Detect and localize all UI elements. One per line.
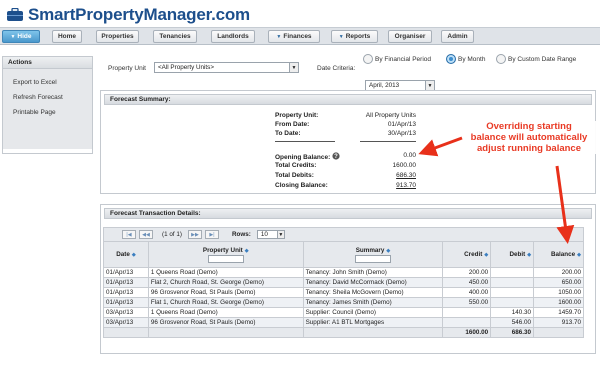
radio-custom-range-label: By Custom Date Range — [508, 56, 577, 63]
summary-divider — [275, 141, 335, 142]
summary-key: To Date: — [275, 130, 301, 137]
summary-value: 1600.00 — [392, 162, 417, 169]
summary-value: 01/Apr/13 — [387, 121, 416, 128]
summary-key: Property Unit: — [275, 112, 319, 119]
table-row[interactable]: 01/Apr/13 1 Queens Road (Demo) Tenancy: Jo… — [103, 267, 584, 278]
summary-value: 30/Apr/13 — [387, 130, 416, 137]
summary-key: From Date: — [275, 121, 310, 128]
radio-by-month-label: By Month — [458, 56, 486, 63]
brand-logo[interactable]: SmartPropertyManager.com — [6, 5, 250, 25]
col-header-summary[interactable]: Summary ◆ — [302, 241, 444, 268]
details-title: Forecast Transaction Details: — [104, 208, 592, 219]
radio-custom-range[interactable] — [496, 54, 506, 64]
summary-value: All Property Units — [365, 112, 416, 119]
sort-icon: ◆ — [484, 252, 489, 258]
summary-divider — [360, 141, 416, 142]
table-row[interactable]: 03/Apr/13 96 Grosvenor Road, St Pauls (De… — [103, 317, 584, 328]
caret-down-icon: ▼ — [276, 33, 282, 40]
sort-icon: ◆ — [244, 247, 249, 254]
brand-name: SmartPropertyManager.com — [28, 5, 250, 24]
radio-financial-period[interactable] — [363, 54, 373, 64]
sort-icon: ◆ — [386, 247, 391, 254]
rows-label: Rows: — [231, 231, 251, 238]
total-debit: 686.30 — [490, 327, 535, 338]
sort-icon: ◆ — [577, 252, 581, 258]
actions-panel: Actions Export to Excel Refresh Forecast… — [2, 56, 93, 154]
totals-row: 1600.00 686.30 — [103, 327, 584, 338]
dropdown-arrow-icon: ▼ — [289, 63, 298, 72]
briefcase-icon — [7, 8, 23, 21]
sort-icon: ◆ — [131, 252, 136, 258]
printable-page-link[interactable]: Printable Page — [3, 105, 92, 120]
nav-admin[interactable]: Admin — [441, 30, 474, 43]
col-header-balance[interactable]: Balance ◆ — [533, 241, 584, 268]
table-row[interactable]: 01/Apr/13 Flat 1, Church Road, St. George… — [103, 297, 584, 308]
table-row[interactable]: 01/Apr/13 96 Grosvenor Road, St Pauls (De… — [103, 287, 584, 298]
total-credit: 1600.00 — [442, 327, 492, 338]
refresh-forecast-link[interactable]: Refresh Forecast — [3, 90, 92, 105]
svg-text:?: ? — [334, 154, 338, 160]
last-page-icon[interactable]: ▶| — [204, 230, 219, 239]
pager: |◀ ◀◀ (1 of 1) ▶▶ ▶| Rows: 10 ▼ — [103, 227, 584, 241]
closing-balance-value: 913.70 — [396, 182, 416, 189]
hide-button[interactable]: ▼ Hide — [2, 30, 40, 43]
table-row[interactable]: 01/Apr/13 Flat 2, Church Road, St. George… — [103, 277, 584, 288]
sort-icon: ◆ — [527, 252, 532, 258]
nav-tenancies[interactable]: Tenancies — [153, 30, 197, 43]
nav-reports[interactable]: ▼ Reports — [331, 30, 378, 43]
transactions-table: Date ◆ Property Unit ◆ Summary ◆ Credit ◆ De… — [103, 241, 584, 338]
rows-select[interactable]: 10 ▼ — [256, 230, 285, 239]
dropdown-arrow-icon: ▼ — [276, 231, 284, 238]
help-icon[interactable]: ? — [332, 152, 340, 160]
caret-down-icon: ▼ — [338, 33, 344, 40]
summary-key: Total Debits: — [275, 172, 314, 179]
property-unit-label: Property Unit — [108, 65, 146, 72]
col-header-credit[interactable]: Credit ◆ — [442, 241, 492, 268]
summary-key: Total Credits: — [275, 162, 317, 169]
prev-page-icon[interactable]: ◀◀ — [139, 230, 153, 239]
date-criteria-label: Date Criteria: — [317, 65, 356, 72]
nav-landlords[interactable]: Landlords — [211, 30, 255, 43]
summary-filter-input[interactable] — [354, 254, 391, 263]
nav-properties[interactable]: Properties — [96, 30, 139, 43]
export-excel-link[interactable]: Export to Excel — [3, 75, 92, 90]
table-row[interactable]: 03/Apr/13 1 Queens Road (Demo) Supplier: C… — [103, 307, 584, 318]
annotation-callout: Overriding starting balance will automat… — [462, 121, 596, 154]
radio-by-month[interactable] — [446, 54, 456, 64]
property-unit-select[interactable]: <All Property Units> ▼ — [154, 62, 299, 73]
next-page-icon[interactable]: ▶▶ — [187, 230, 202, 239]
main-nav: ▼ Hide Home Properties Tenancies Landlord… — [0, 27, 600, 45]
actions-title: Actions — [3, 57, 92, 69]
summary-key: Opening Balance: ? — [275, 152, 340, 161]
property-filter-input[interactable] — [207, 254, 244, 263]
dropdown-arrow-icon: ▼ — [425, 81, 434, 90]
first-page-icon[interactable]: |◀ — [122, 230, 136, 239]
caret-down-icon: ▼ — [10, 33, 16, 40]
col-header-debit[interactable]: Debit ◆ — [490, 241, 535, 268]
summary-title: Forecast Summary: — [104, 94, 592, 105]
nav-organiser[interactable]: Organiser — [388, 30, 432, 43]
nav-home[interactable]: Home — [52, 30, 82, 43]
opening-balance-value[interactable]: 0.00 — [403, 152, 416, 159]
nav-finances[interactable]: ▼ Finances — [268, 30, 320, 43]
summary-key: Closing Balance: — [275, 182, 328, 189]
col-header-property-unit[interactable]: Property Unit ◆ — [147, 241, 304, 268]
col-header-date[interactable]: Date ◆ — [103, 241, 149, 268]
summary-value: 686.30 — [396, 172, 416, 179]
radio-financial-period-label: By Financial Period — [375, 56, 431, 63]
page-indicator: (1 of 1) — [162, 231, 182, 238]
